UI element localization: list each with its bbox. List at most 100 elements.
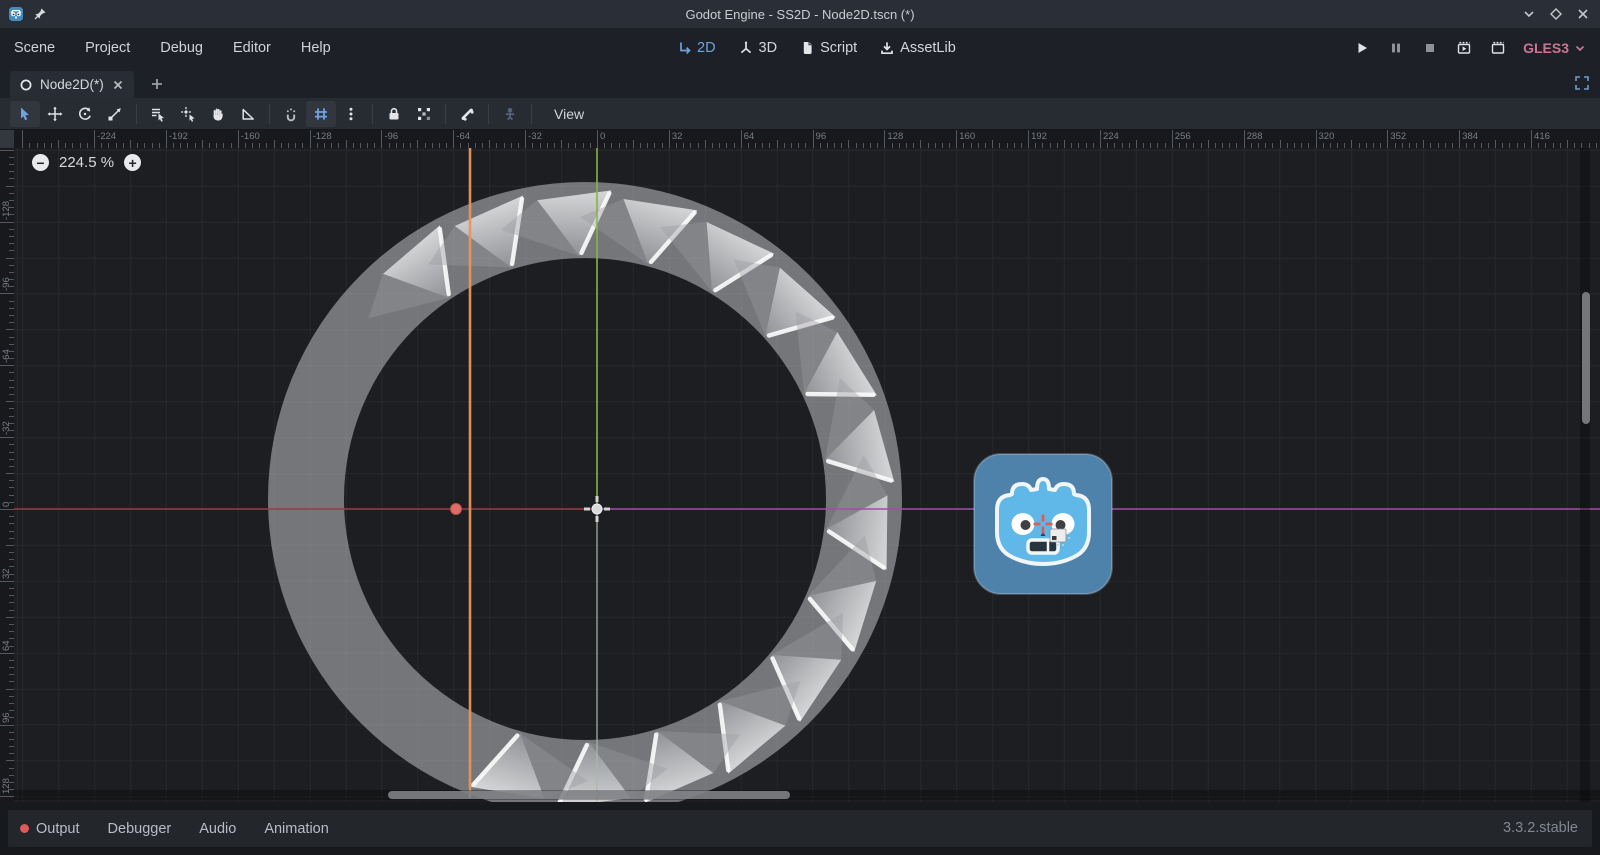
lock-toggle[interactable]	[379, 101, 409, 127]
bottom-tab-debugger[interactable]: Debugger	[108, 821, 172, 837]
ruler-tick	[813, 130, 814, 148]
ruler-label: 160	[959, 131, 975, 142]
toolbar-divider	[531, 104, 532, 124]
group-toggle[interactable]	[409, 101, 439, 127]
ruler-tick	[1028, 130, 1029, 148]
tab-close-icon[interactable]	[110, 77, 126, 93]
rotate-tool[interactable]	[70, 101, 100, 127]
workspace-assetlib[interactable]: AssetLib	[879, 40, 956, 56]
version-label: 3.3.2.stable	[1503, 820, 1578, 836]
run-controls: GLES3	[1353, 28, 1588, 68]
godot-icon-sprite[interactable]	[974, 454, 1112, 594]
smart-snap-toggle[interactable]	[276, 101, 306, 127]
tab-node2d[interactable]: Node2D(*)	[10, 71, 134, 98]
stop-button[interactable]	[1421, 39, 1439, 57]
menu-project[interactable]: Project	[85, 40, 130, 56]
distraction-free-button[interactable]	[1572, 73, 1592, 93]
view-menu-button[interactable]: View	[546, 103, 592, 125]
skeleton-options[interactable]	[495, 101, 525, 127]
ruler-label: -32	[1, 421, 12, 435]
ruler-label: 64	[744, 131, 755, 142]
ruler-tick	[561, 140, 562, 148]
control-point[interactable]	[451, 504, 462, 515]
pause-button[interactable]	[1387, 39, 1405, 57]
ruler-tick	[6, 258, 14, 259]
ruler-label: 128	[887, 131, 903, 142]
ruler-tick	[346, 140, 347, 148]
ruler-tool[interactable]	[233, 101, 263, 127]
ruler-tick	[0, 222, 14, 223]
menu-debug[interactable]: Debug	[160, 40, 203, 56]
snap-options[interactable]	[336, 101, 366, 127]
ruler-tick	[0, 796, 14, 797]
workspace-3d-icon	[738, 40, 754, 56]
tab-label: Node2D(*)	[40, 77, 104, 92]
scene-tab-bar: Node2D(*)	[0, 68, 1600, 99]
ruler-tick	[489, 140, 490, 148]
bottom-tab-animation[interactable]: Animation	[264, 821, 328, 837]
select-tool[interactable]	[10, 101, 40, 127]
play-scene-button[interactable]	[1455, 39, 1473, 57]
workspace-3d[interactable]: 3D	[738, 40, 778, 56]
title-bar: Godot Engine - SS2D - Node2D.tscn (*)	[0, 0, 1600, 28]
menu-scene[interactable]: Scene	[14, 40, 55, 56]
pan-tool[interactable]	[203, 101, 233, 127]
v-scrollbar-thumb[interactable]	[1582, 292, 1590, 424]
workspace-2d-icon	[676, 40, 692, 56]
ruler-label: -224	[97, 131, 116, 142]
ruler-tick	[453, 130, 454, 148]
zoom-widget: − 224.5 % +	[32, 154, 141, 171]
play-custom-scene-button[interactable]	[1489, 39, 1507, 57]
chevron-down-icon	[1572, 40, 1588, 56]
renderer-select[interactable]: GLES3	[1523, 40, 1588, 56]
add-scene-tab-button[interactable]	[146, 73, 168, 95]
ruler-tick	[0, 150, 14, 151]
h-scrollbar-track[interactable]	[14, 790, 1600, 800]
toolbar-divider	[269, 104, 270, 124]
ruler-tick	[238, 130, 239, 148]
ruler-tick	[1100, 130, 1101, 148]
maximize-button[interactable]	[1547, 5, 1565, 23]
ruler-tick	[884, 130, 885, 148]
ruler-tick	[1064, 140, 1065, 148]
ruler-label: 256	[1175, 131, 1191, 142]
play-button[interactable]	[1353, 39, 1371, 57]
zoom-percent-label[interactable]: 224.5 %	[59, 154, 114, 171]
move-pivot-tool[interactable]	[173, 101, 203, 127]
workspace-2d[interactable]: 2D	[676, 40, 716, 56]
workspace-script[interactable]: Script	[799, 40, 857, 56]
godot-editor-window: Godot Engine - SS2D - Node2D.tscn (*) Sc…	[0, 0, 1600, 855]
ruler-tick	[705, 140, 706, 148]
ruler-tick	[202, 140, 203, 148]
bottom-tab-output[interactable]: Output	[20, 821, 80, 837]
ruler-tick	[6, 186, 14, 187]
node2d-icon	[18, 77, 34, 93]
ruler-tick	[956, 130, 957, 148]
menu-help[interactable]: Help	[301, 40, 331, 56]
zoom-out-button[interactable]: −	[32, 154, 49, 171]
ruler-tick	[1567, 140, 1568, 148]
ruler-tick	[1244, 130, 1245, 148]
ruler-tick	[6, 329, 14, 330]
skeleton-bone[interactable]	[452, 101, 482, 127]
minimize-button[interactable]	[1520, 5, 1538, 23]
ruler-label: 32	[672, 131, 683, 142]
horizontal-ruler[interactable]: -224-192-160-128-96-64-32032649612816019…	[14, 130, 1600, 148]
ruler-tick	[1459, 130, 1460, 148]
viewport-canvas[interactable]: − 224.5 % +	[14, 148, 1600, 802]
menu-editor[interactable]: Editor	[233, 40, 271, 56]
ruler-label: -96	[384, 131, 398, 142]
move-tool[interactable]	[40, 101, 70, 127]
bottom-tab-audio[interactable]: Audio	[199, 821, 236, 837]
list-select-tool[interactable]	[143, 101, 173, 127]
zoom-in-button[interactable]: +	[124, 154, 141, 171]
vertical-ruler[interactable]: -128-96-64-320326496128	[0, 148, 14, 802]
close-button[interactable]	[1574, 5, 1592, 23]
h-scrollbar-thumb[interactable]	[388, 791, 790, 799]
ruler-tick	[22, 130, 23, 148]
v-scrollbar-track[interactable]	[1580, 148, 1590, 802]
workspace-switcher: 2D 3D Script AssetLib	[676, 28, 956, 68]
ruler-tick	[0, 581, 14, 582]
scale-tool[interactable]	[100, 101, 130, 127]
grid-snap-toggle[interactable]	[306, 101, 336, 127]
